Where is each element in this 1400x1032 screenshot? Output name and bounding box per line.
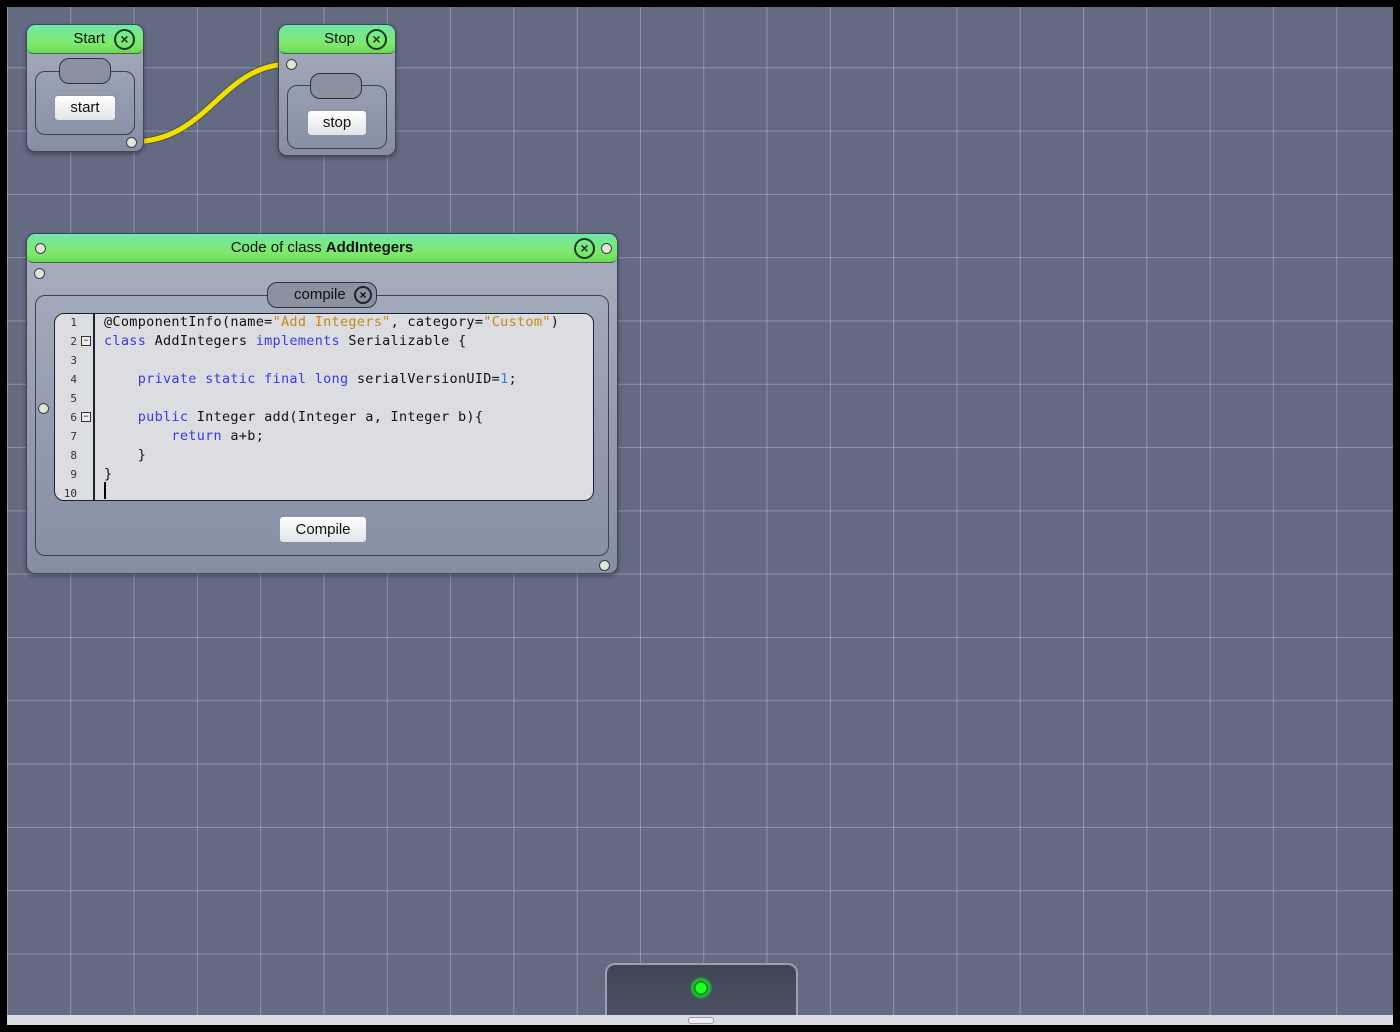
- code-token: class: [104, 333, 147, 349]
- code-token: serialVersionUID=: [348, 371, 501, 387]
- line-number: 3: [70, 354, 77, 367]
- text-caret: [104, 482, 106, 499]
- compile-button[interactable]: Compile: [279, 516, 367, 543]
- code-token: , category=: [390, 314, 484, 330]
- compile-method-tab[interactable]: compile ×: [267, 282, 377, 308]
- code-window-title: Code of class AddIntegers: [231, 239, 414, 256]
- code-token: AddIntegers: [146, 333, 256, 349]
- status-dock[interactable]: [605, 963, 798, 1017]
- code-token: ;: [508, 371, 517, 387]
- line-number: 6: [70, 411, 77, 424]
- line-number: 9: [70, 468, 77, 481]
- port-right[interactable]: [601, 243, 612, 254]
- line-number: 2: [70, 335, 77, 348]
- line-number: 4: [70, 373, 77, 386]
- code-token: Serializable {: [339, 333, 467, 349]
- start-button[interactable]: start: [54, 95, 116, 121]
- fold-minus-icon[interactable]: −: [81, 336, 91, 346]
- code-token: "Custom": [483, 314, 551, 330]
- port-left[interactable]: [35, 243, 46, 254]
- code-line-7: return a+b;: [104, 428, 264, 444]
- compile-method-group: 1 2 − 3 4 5 6 − 7 8 9 10 @ComponentInfo(…: [35, 295, 609, 556]
- drawer-handle[interactable]: [688, 1017, 714, 1024]
- stop-node-titlebar[interactable]: Stop ×: [279, 25, 395, 54]
- code-token: return: [104, 428, 222, 444]
- code-window-titlebar[interactable]: Code of class AddIntegers ×: [27, 234, 617, 263]
- code-token: private static final long: [104, 371, 349, 387]
- port-output-bottom[interactable]: [599, 560, 610, 571]
- stop-method-tab[interactable]: [310, 73, 362, 99]
- close-icon[interactable]: ×: [366, 29, 387, 50]
- line-number: 1: [70, 316, 77, 329]
- close-icon[interactable]: ×: [354, 286, 372, 304]
- code-line-4: private static final long serialVersionU…: [104, 371, 517, 387]
- code-editor[interactable]: 1 2 − 3 4 5 6 − 7 8 9 10 @ComponentInfo(…: [54, 313, 594, 501]
- port-input-top[interactable]: [34, 268, 45, 279]
- code-token: "Add Integers": [272, 314, 391, 330]
- code-line-1: @ComponentInfo(name="Add Integers", cate…: [104, 314, 559, 330]
- line-number: 8: [70, 449, 77, 462]
- fold-minus-icon[interactable]: −: [81, 412, 91, 422]
- output-port[interactable]: [126, 137, 137, 148]
- line-number: 10: [63, 487, 77, 500]
- close-icon[interactable]: ×: [574, 238, 595, 259]
- compile-tab-label: compile: [294, 286, 346, 303]
- code-line-8: }: [104, 447, 147, 463]
- code-token: @ComponentInfo(name=: [104, 314, 273, 330]
- stop-node-title: Stop: [324, 30, 355, 47]
- start-node-title: Start: [73, 30, 105, 47]
- line-number: 5: [70, 392, 77, 405]
- code-token: Integer add(Integer a, Integer b){: [188, 409, 484, 425]
- code-token: a+b;: [222, 428, 265, 444]
- input-port[interactable]: [286, 59, 297, 70]
- stop-node[interactable]: Stop × stop: [278, 24, 396, 156]
- start-node-titlebar[interactable]: Start ×: [27, 25, 143, 54]
- code-line-2: class AddIntegers implements Serializabl…: [104, 333, 466, 349]
- code-line-9: }: [104, 466, 113, 482]
- code-token: 1: [500, 371, 509, 387]
- code-token: public: [104, 409, 189, 425]
- close-icon[interactable]: ×: [114, 29, 135, 50]
- status-led-icon: [690, 977, 712, 999]
- code-line-6: public Integer add(Integer a, Integer b)…: [104, 409, 483, 425]
- line-gutter: 1 2 − 3 4 5 6 − 7 8 9 10: [55, 314, 95, 500]
- start-method-tab[interactable]: [59, 58, 111, 84]
- line-number: 7: [70, 430, 77, 443]
- stop-button[interactable]: stop: [307, 110, 367, 136]
- start-node[interactable]: Start × start: [26, 24, 144, 152]
- code-window[interactable]: Code of class AddIntegers × 1 2 − 3 4 5 …: [26, 233, 618, 574]
- code-token: implements: [255, 333, 340, 349]
- title-class-name: AddIntegers: [325, 239, 414, 256]
- title-prefix: Code of class: [230, 239, 326, 256]
- code-token: ): [550, 314, 560, 330]
